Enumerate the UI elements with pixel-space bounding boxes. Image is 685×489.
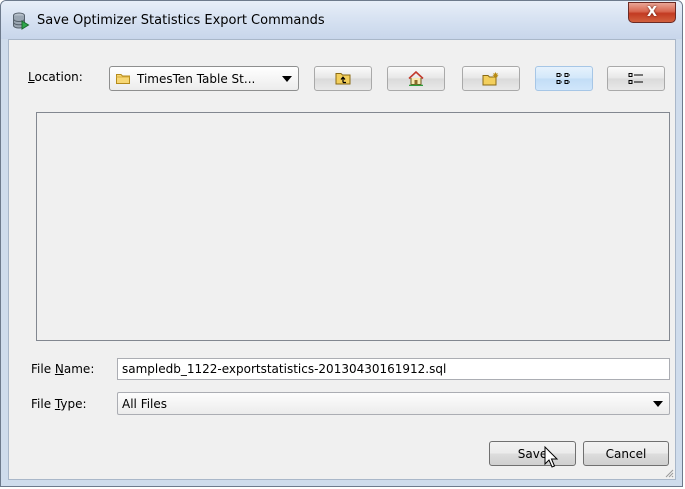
save-button[interactable]: Save [489, 441, 576, 466]
cancel-button[interactable]: Cancel [583, 441, 669, 466]
dialog-window: Save Optimizer Statistics Export Command… [0, 0, 683, 487]
up-folder-icon [335, 73, 351, 85]
list-view-toggle[interactable] [535, 66, 593, 91]
folder-icon [116, 74, 130, 84]
resize-grip-icon[interactable] [664, 468, 674, 478]
details-view-toggle[interactable] [607, 66, 665, 91]
file-name-label: File Name: [31, 362, 95, 376]
file-name-input[interactable]: sampledb_1122-exportstatistics-201304301… [117, 358, 670, 380]
details-view-icon [628, 72, 643, 84]
location-label: Location: [28, 70, 83, 84]
file-type-value: All Files [122, 397, 168, 411]
chevron-down-icon [282, 76, 292, 82]
new-folder-button[interactable] [462, 66, 520, 91]
title-bar[interactable]: Save Optimizer Statistics Export Command… [1, 1, 682, 39]
file-type-select[interactable]: All Files [117, 392, 670, 415]
up-folder-button[interactable] [314, 66, 372, 91]
location-dropdown[interactable]: TimesTen Table St... [109, 66, 299, 91]
file-type-label: File Type: [31, 397, 87, 411]
close-button[interactable]: X [628, 2, 676, 23]
list-view-icon [556, 72, 571, 84]
location-value: TimesTen Table St... [137, 72, 256, 86]
home-button[interactable] [387, 66, 445, 91]
close-icon: X [646, 5, 658, 20]
database-app-icon [13, 12, 30, 30]
save-button-label: Save [517, 446, 548, 461]
chevron-down-icon [653, 401, 663, 407]
dialog-content: Location: TimesTen Table St... File Name… [8, 39, 676, 480]
file-list-pane[interactable] [36, 112, 670, 341]
home-icon [408, 71, 424, 86]
window-title: Save Optimizer Statistics Export Command… [37, 13, 325, 28]
new-folder-icon [482, 72, 499, 85]
cancel-button-label: Cancel [605, 446, 647, 461]
mouse-pointer-icon [544, 446, 559, 468]
